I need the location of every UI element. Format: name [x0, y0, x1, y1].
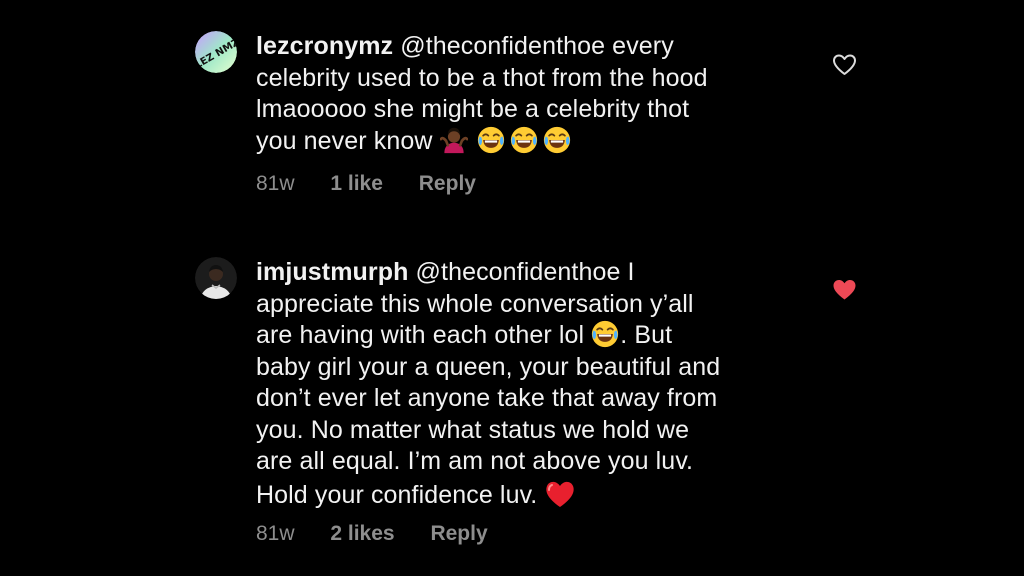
comment-meta: 81w 1 like Reply	[256, 172, 506, 196]
avatar[interactable]: LEZ NMZ	[195, 31, 237, 73]
comment-likes[interactable]: 2 likes	[330, 522, 394, 545]
reply-button[interactable]: Reply	[419, 172, 476, 195]
comment-text: lezcronymz @theconfidenthoe every celebr…	[256, 32, 708, 155]
comment-mention[interactable]: @theconfidenthoe	[416, 258, 621, 286]
laugh-emoji	[510, 126, 538, 154]
comment-time: 81w	[256, 522, 295, 545]
comment-meta: 81w 2 likes Reply	[256, 522, 518, 546]
heart-filled-icon[interactable]	[832, 279, 857, 301]
red-heart-emoji	[544, 478, 576, 510]
reply-button[interactable]: Reply	[430, 522, 487, 545]
laugh-emoji	[591, 320, 619, 348]
comment-likes[interactable]: 1 like	[330, 172, 383, 195]
person-shrugging-emoji	[440, 126, 468, 154]
heart-outline-icon[interactable]	[832, 54, 857, 76]
laugh-emoji	[477, 126, 505, 154]
comment-username[interactable]: imjustmurph	[256, 258, 409, 286]
comment-mention[interactable]: @theconfidenthoe	[400, 32, 605, 60]
laugh-emoji	[543, 126, 571, 154]
comment-text: imjustmurph @theconfidenthoe I appreciat…	[256, 258, 721, 510]
comment-username[interactable]: lezcronymz	[256, 32, 393, 60]
comment-time: 81w	[256, 172, 295, 195]
avatar[interactable]	[195, 257, 237, 299]
